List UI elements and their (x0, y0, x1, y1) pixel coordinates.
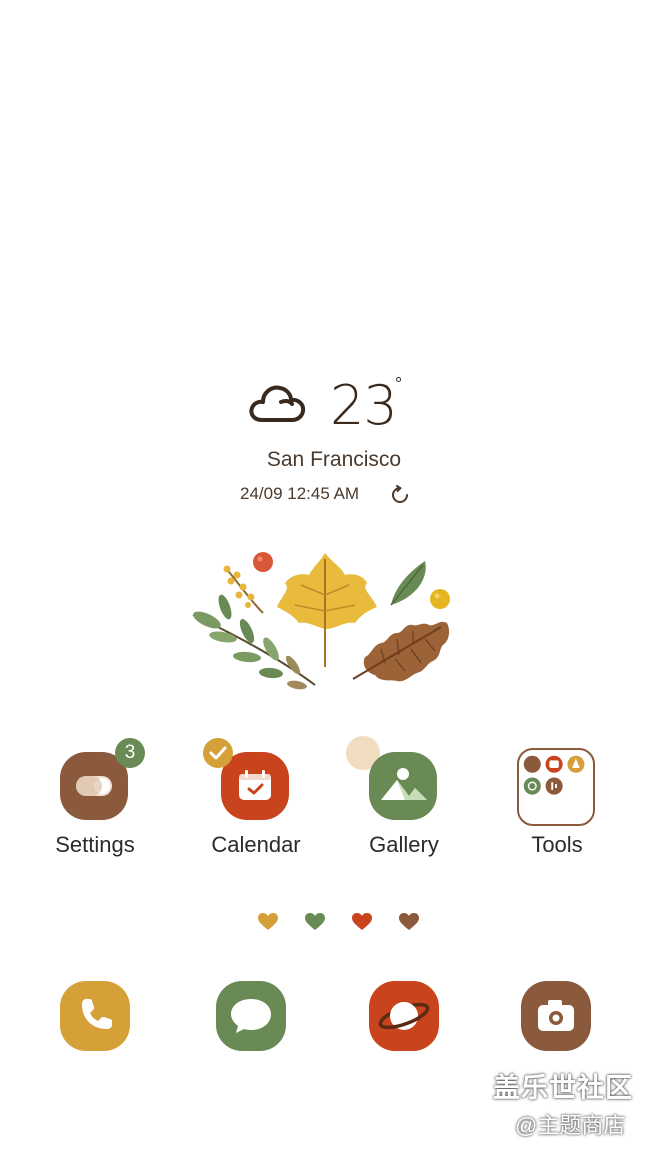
watermark-subtitle: @主题商店 (515, 1113, 626, 1138)
app-label-calendar: Calendar (211, 832, 301, 857)
refresh-icon[interactable] (390, 485, 410, 505)
cloud-icon (249, 385, 306, 422)
red-berry-decoration (253, 552, 273, 572)
folder-icon[interactable] (517, 748, 595, 826)
heart-page-dot-1[interactable] (258, 913, 278, 931)
phone-icon[interactable] (60, 981, 130, 1051)
message-icon[interactable] (216, 981, 286, 1051)
brown-oak-leaf-decoration (352, 621, 450, 682)
temperature: 23 (330, 374, 398, 437)
heart-page-dot-3[interactable] (352, 913, 372, 931)
autumn-leaves-illustration (192, 552, 450, 690)
gallery-icon[interactable] (369, 752, 437, 820)
app-label-tools: Tools (531, 832, 583, 857)
weather-widget[interactable]: 23 ° San Francisco 24/09 12:45 AM (0, 370, 650, 520)
green-leaf-decoration (390, 561, 426, 606)
weather-updated-time: 24/09 12:45 AM (240, 484, 360, 503)
yellow-berry-decoration (430, 589, 450, 609)
heart-page-dot-2[interactable] (305, 913, 325, 931)
yellow-maple-leaf-decoration (277, 553, 377, 667)
degree-symbol: ° (395, 374, 403, 394)
planet-icon[interactable] (369, 981, 439, 1051)
watermark-title: 盖乐世社区 (493, 1073, 633, 1103)
weather-city: San Francisco (266, 448, 402, 471)
camera-icon[interactable] (521, 981, 591, 1051)
heart-page-dot-4[interactable] (399, 913, 419, 931)
app-label-gallery: Gallery (369, 832, 439, 857)
notification-badge: 3 (115, 738, 145, 768)
check-badge-icon (203, 738, 233, 768)
app-label-settings: Settings (55, 832, 135, 857)
page-indicator[interactable] (258, 913, 428, 933)
